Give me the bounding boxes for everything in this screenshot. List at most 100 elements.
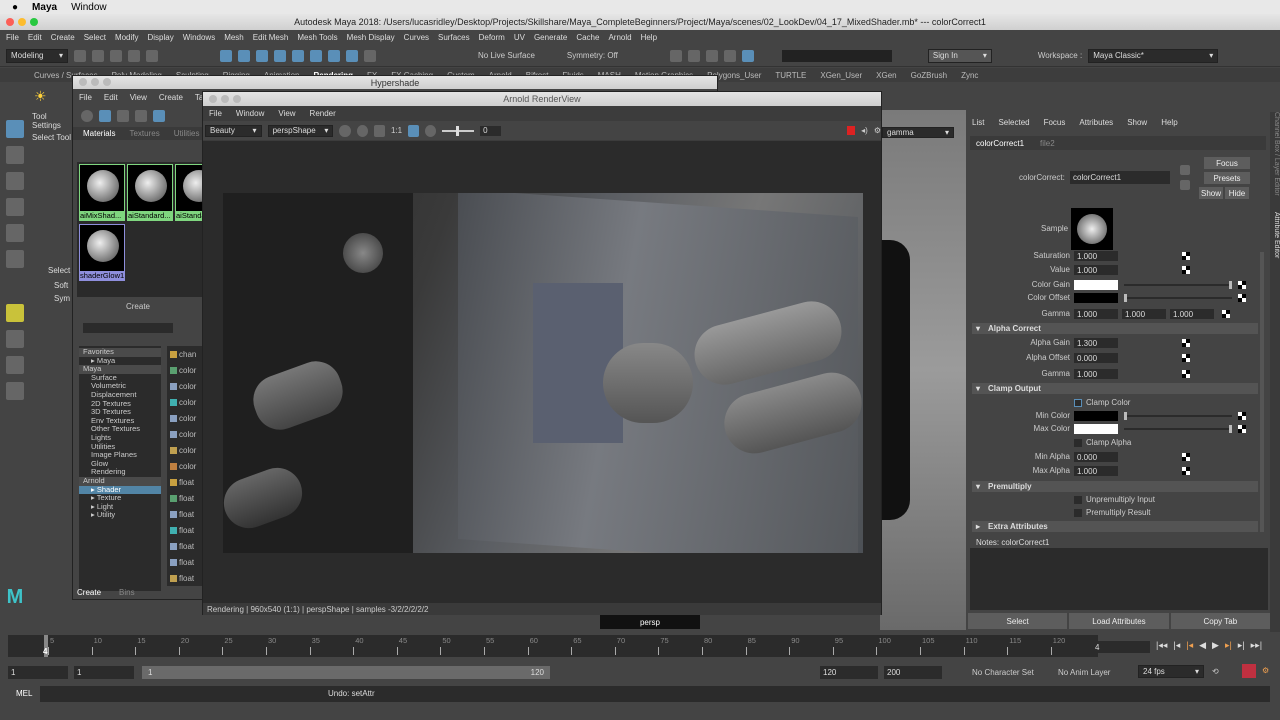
shelf-tab-turtle[interactable]: TURTLE (775, 71, 806, 80)
menu-help[interactable]: Help (641, 33, 657, 42)
section-clamp-output[interactable]: ▾ Clamp Output (972, 383, 1258, 394)
tab-utilities[interactable]: Utilities (174, 129, 200, 138)
rotate-tool-icon[interactable] (6, 224, 24, 242)
crop-region-icon[interactable] (408, 124, 420, 137)
maximize-icon[interactable] (30, 18, 38, 26)
fps-dropdown[interactable]: 24 fps ▾ (1138, 665, 1204, 678)
anim-prefs-icon[interactable]: ⚙ (1262, 666, 1269, 675)
select-button[interactable]: Select (968, 613, 1068, 629)
tab-colorcorrect1[interactable]: colorCorrect1 (976, 139, 1024, 148)
renderview-menu-window[interactable]: Window (236, 109, 264, 118)
menu-curves[interactable]: Curves (404, 33, 429, 42)
map-button-icon[interactable] (1238, 281, 1246, 289)
aov-dropdown[interactable]: Beauty ▾ (205, 124, 262, 137)
dash-icon[interactable] (117, 110, 129, 122)
snapshot-icon[interactable] (373, 124, 385, 137)
snap-view-icon[interactable] (346, 49, 358, 62)
menu-display[interactable]: Display (148, 33, 174, 42)
ae-menu-help[interactable]: Help (1161, 118, 1177, 127)
color-gain-swatch[interactable] (1074, 280, 1118, 290)
hide-button[interactable]: Hide (1225, 187, 1249, 199)
layout-icon[interactable] (6, 356, 24, 374)
map-button-icon[interactable] (1182, 467, 1190, 475)
map-button-icon[interactable] (1238, 412, 1246, 420)
snap-grid-icon[interactable] (292, 49, 304, 62)
menu-windows[interactable]: Windows (183, 33, 215, 42)
renderview-menu-view[interactable]: View (278, 109, 295, 118)
lasso-tool-icon[interactable] (6, 146, 24, 164)
single-pane-icon[interactable] (6, 330, 24, 348)
ae-menu-show[interactable]: Show (1127, 118, 1147, 127)
playback-end-field[interactable]: 120 (820, 666, 878, 679)
map-button-icon[interactable] (1182, 339, 1190, 347)
playback-start-field[interactable]: 1 (74, 666, 134, 679)
move-tool-icon[interactable] (6, 198, 24, 216)
anim-layer-dropdown[interactable]: No Anim Layer (1058, 668, 1110, 677)
presets-button[interactable]: Presets (1204, 172, 1250, 184)
max-color-slider[interactable] (1124, 425, 1232, 433)
exposure-field[interactable]: 0 (480, 125, 501, 136)
premultiply-result-checkbox[interactable] (1074, 509, 1082, 517)
attributes-scroll[interactable]: Saturation 1.000 Value 1.000 Color Gain Co… (966, 251, 1266, 532)
command-input[interactable] (40, 686, 1270, 702)
scene-start-field[interactable]: 1 (8, 666, 68, 679)
menu-create[interactable]: Create (51, 33, 75, 42)
tab-materials[interactable]: Materials (83, 129, 115, 138)
range-bar[interactable]: 1 120 (142, 666, 550, 679)
menu-set-dropdown[interactable]: Modeling ▾ (6, 48, 68, 63)
show-button[interactable]: Show (1199, 187, 1223, 199)
select-hierarchy-icon[interactable] (220, 49, 232, 62)
map-button-icon[interactable] (1238, 294, 1246, 302)
shelf-tab-zync[interactable]: Zync (961, 71, 978, 80)
os-menu-window[interactable]: Window (71, 2, 107, 13)
input-line[interactable] (781, 49, 892, 62)
clamp-color-checkbox[interactable] (1074, 399, 1082, 407)
renderview-menu-file[interactable]: File (209, 109, 222, 118)
outliner-icon[interactable] (6, 382, 24, 400)
exposure-icon[interactable] (425, 124, 437, 137)
section-premultiply[interactable]: ▾ Premultiply (972, 481, 1258, 492)
render-icon[interactable] (339, 124, 351, 137)
tab-bins[interactable]: Bins (119, 588, 135, 597)
settings-gear-icon[interactable]: ⚙ (874, 126, 881, 135)
render-ipr-icon[interactable] (687, 49, 700, 62)
render-view-icon[interactable] (741, 49, 754, 62)
stop-render-icon[interactable] (846, 126, 856, 135)
menu-edit-mesh[interactable]: Edit Mesh (253, 33, 289, 42)
menu-mesh-tools[interactable]: Mesh Tools (297, 33, 337, 42)
camera-dropdown[interactable]: perspShape ▾ (267, 124, 334, 137)
section-extra-attributes[interactable]: ▸ Extra Attributes (972, 521, 1258, 532)
notes-textarea[interactable] (970, 548, 1268, 610)
node-item[interactable]: chan (167, 346, 207, 362)
hypershade-icon[interactable] (723, 49, 736, 62)
graph-icon[interactable] (99, 110, 111, 122)
exposure-slider[interactable] (442, 125, 475, 136)
map-button-icon[interactable] (1182, 252, 1190, 260)
scene-end-field[interactable]: 200 (884, 666, 942, 679)
live-surface[interactable]: No Live Surface (478, 51, 535, 60)
tab-attribute-editor[interactable]: Attribute Editor (1273, 212, 1280, 258)
menu-surfaces[interactable]: Surfaces (438, 33, 470, 42)
next-key-icon[interactable]: ▸| (1225, 640, 1232, 651)
menu-edit[interactable]: Edit (28, 33, 42, 42)
shelf-tab-xgen[interactable]: XGen (876, 71, 896, 80)
hypershade-menu-create[interactable]: Create (159, 93, 183, 102)
menu-file[interactable]: File (6, 33, 19, 42)
map-button-icon[interactable] (1182, 354, 1190, 362)
focus-button[interactable]: Focus (1204, 157, 1250, 169)
medium-swatch-icon[interactable] (153, 110, 165, 122)
apple-icon[interactable]: ● (12, 2, 18, 13)
renderview-menu-render[interactable]: Render (310, 109, 336, 118)
select-object-icon[interactable] (238, 49, 250, 62)
shelf-tab-gozbrush[interactable]: GoZBrush (911, 71, 947, 80)
map-button-icon[interactable] (1238, 425, 1246, 433)
timeline-track[interactable]: 4 5 10 15 20 25 30 35 40 45 50 55 60 65 70 75 80 85 90 95 1… (8, 635, 1098, 657)
go-start-icon[interactable]: |◂◂ (1156, 640, 1167, 651)
select-component-icon[interactable] (256, 49, 268, 62)
play-back-icon[interactable]: ◀ (1199, 640, 1206, 651)
viewport-persp[interactable]: gamma ▾ (880, 110, 966, 630)
snap-icon[interactable] (274, 49, 286, 62)
paint-select-icon[interactable] (6, 172, 24, 190)
tab-create[interactable]: Create (77, 588, 101, 597)
ipr-icon[interactable] (356, 124, 368, 137)
